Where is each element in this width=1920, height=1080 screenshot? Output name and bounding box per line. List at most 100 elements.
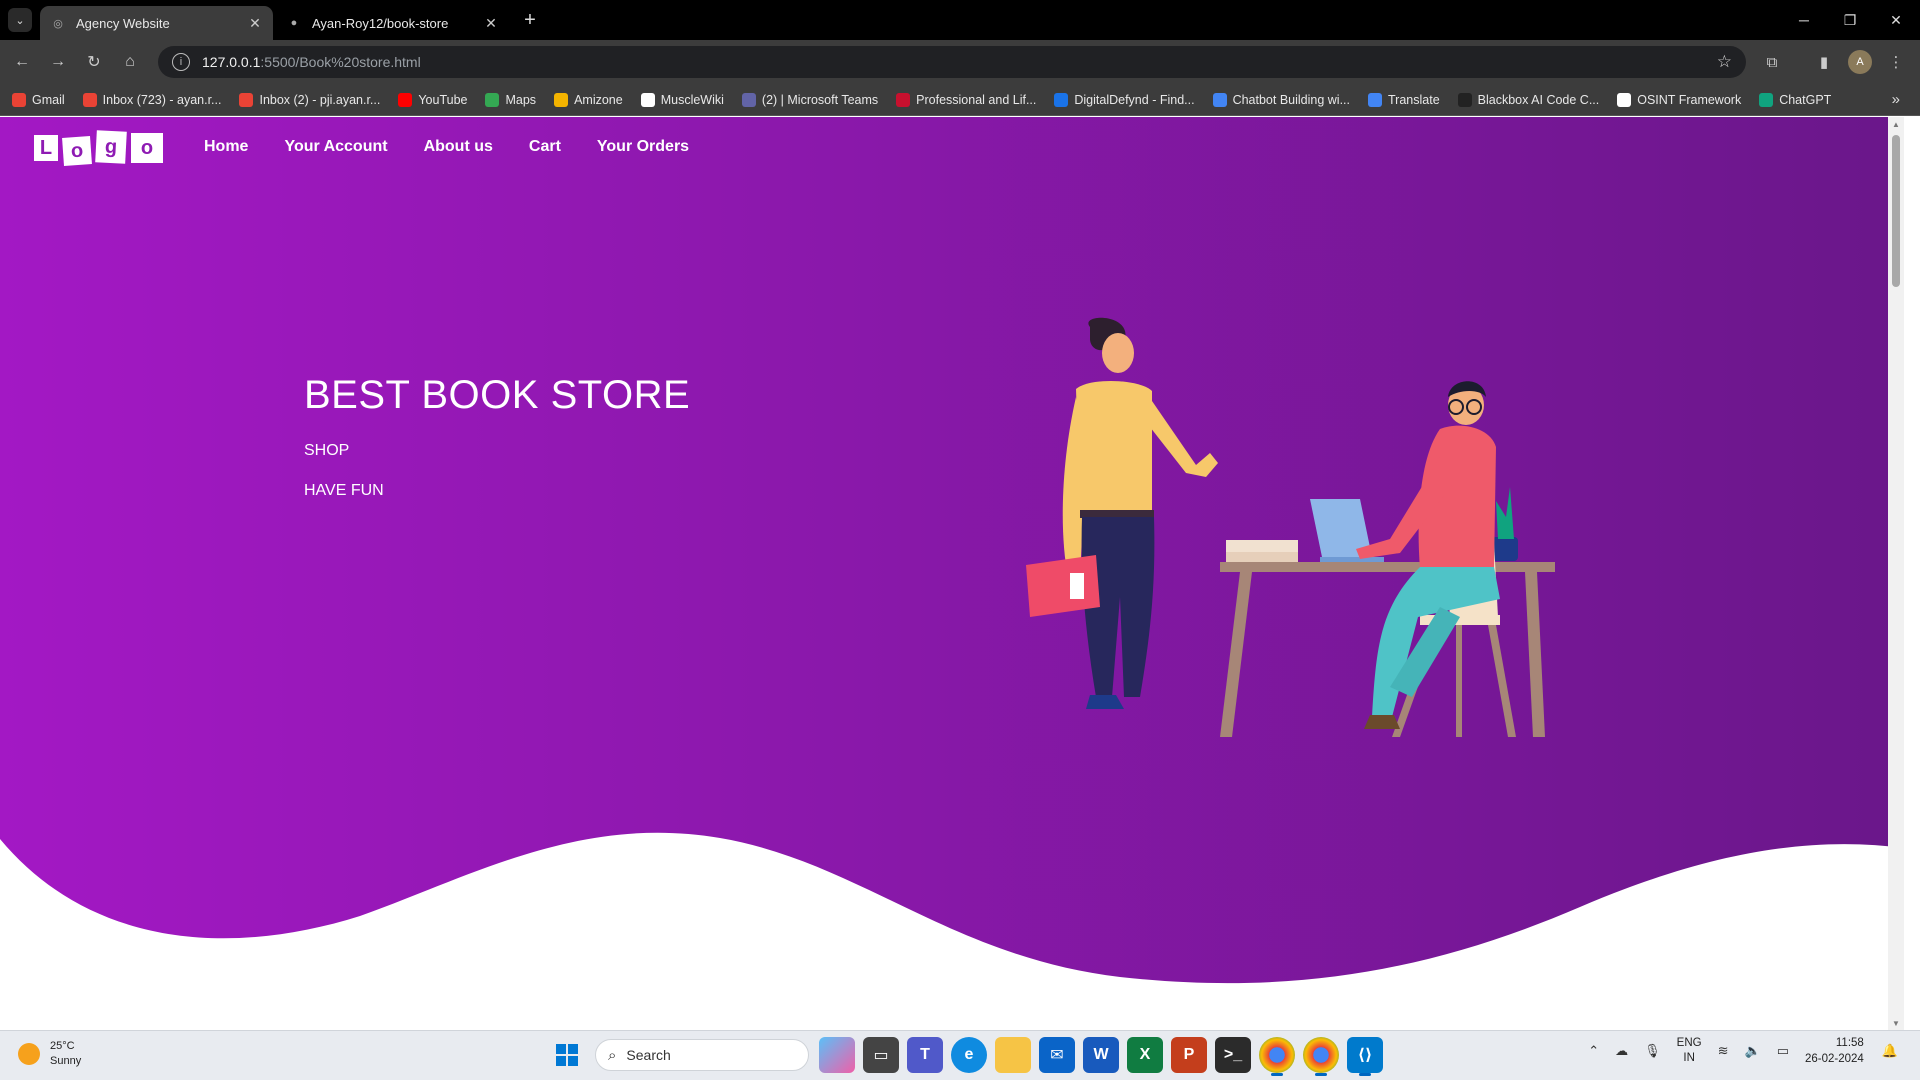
tab-agency-website[interactable]: ◎ Agency Website ✕ [40,6,273,40]
reload-icon[interactable]: ↻ [82,50,106,74]
site-info-icon[interactable]: i [172,53,190,71]
url-host: 127.0.0.1 [202,54,261,70]
back-arrow-icon[interactable]: ← [10,50,34,74]
bookmark-label: ChatGPT [1779,92,1832,107]
bookmark-item[interactable]: Blackbox AI Code C... [1457,92,1599,107]
nav-about-us[interactable]: About us [424,138,493,156]
tab-book-store-repo[interactable]: ● Ayan-Roy12/book-store ✕ [276,6,509,40]
bookmark-label: Chatbot Building wi... [1232,92,1350,107]
tab-title: Ayan-Roy12/book-store [312,15,449,31]
amizone-icon [554,92,569,107]
powerpoint-icon[interactable]: P [1171,1037,1207,1073]
bookmark-item[interactable]: Gmail [12,92,65,107]
page-viewport: L o g o Home Your Account About us Cart … [0,117,1920,1030]
side-panel-icon[interactable]: ▮ [1812,50,1836,74]
site-logo[interactable]: L o g o [34,130,168,166]
bookmark-item[interactable]: Inbox (723) - ayan.r... [82,92,221,107]
site-navbar: L o g o Home Your Account About us Cart … [34,130,725,166]
extensions-puzzle-icon[interactable]: ⧉ [1760,50,1784,74]
bookmark-item[interactable]: Maps [485,92,536,107]
url-path: :5500/Book%20store.html [260,54,421,70]
gmail-icon [239,92,254,107]
windows-start-icon[interactable] [549,1037,585,1073]
page-scrollbar[interactable]: ▲ ▼ [1888,117,1904,1030]
scrollbar-thumb[interactable] [1892,135,1900,287]
forward-arrow-icon[interactable]: → [46,50,70,74]
weather-temperature: 25°C [50,1040,75,1052]
bookmark-item[interactable]: Translate [1368,92,1440,107]
osint-icon [1617,92,1632,107]
bookmark-item[interactable]: MuscleWiki [640,92,724,107]
bookmark-item[interactable]: Inbox (2) - pji.ayan.r... [239,92,380,107]
task-view-icon[interactable]: ▭ [863,1037,899,1073]
bookmark-item[interactable]: Amizone [554,92,623,107]
hero-text: BEST BOOK STORE SHOP HAVE FUN [304,373,690,522]
bookmark-label: (2) | Microsoft Teams [761,92,879,107]
restore-icon[interactable]: ❐ [1830,8,1870,32]
profile-avatar[interactable]: A [1848,50,1872,74]
logo-letter: g [95,130,127,164]
terminal-icon[interactable]: >_ [1215,1037,1251,1073]
hero-line-shop: SHOP [304,442,350,459]
copilot-icon[interactable] [819,1037,855,1073]
chrome-icon[interactable] [1259,1037,1295,1076]
onedrive-icon[interactable]: ☁ [1615,1043,1628,1059]
clock[interactable]: 11:58 26-02-2024 [1805,1035,1864,1067]
new-tab-plus-icon[interactable]: + [518,8,542,32]
taskbar-search-box[interactable]: ⌕ Search [595,1039,809,1071]
bookmark-star-icon[interactable]: ☆ [1717,52,1732,72]
chevron-up-icon[interactable]: ⌃ [1588,1043,1599,1059]
close-window-icon[interactable]: ✕ [1876,8,1916,32]
logo-letter: L [34,135,58,161]
github-icon: ● [290,17,298,29]
close-tab-icon[interactable]: ✕ [247,15,263,32]
menu-kebab-icon[interactable]: ⋮ [1884,50,1908,74]
language-indicator[interactable]: ENG IN [1677,1036,1702,1066]
notification-bell-icon[interactable]: 🔔 [1882,1043,1898,1059]
address-bar[interactable]: i 127.0.0.1 :5500/Book%20store.html ☆ [158,46,1746,78]
weather-widget[interactable]: 25°C Sunny [18,1039,81,1069]
globe-icon: ◎ [53,17,63,30]
bookmark-label: YouTube [418,92,468,107]
hero-title: BEST BOOK STORE [304,373,691,417]
bookmark-item[interactable]: (2) | Microsoft Teams [741,92,879,107]
logo-letter: o [62,136,92,166]
nav-home[interactable]: Home [204,138,248,156]
bookmark-item[interactable]: OSINT Framework [1617,92,1741,107]
bookmarks-bar: Gmail Inbox (723) - ayan.r... Inbox (2) - … [0,84,1920,116]
harvard-icon [896,92,911,107]
close-tab-icon[interactable]: ✕ [483,15,499,32]
file-explorer-icon[interactable] [995,1037,1031,1073]
teams-icon[interactable]: T [907,1037,943,1073]
microphone-icon[interactable]: 🎙 [1644,1043,1661,1059]
more-bookmarks-icon[interactable]: » [1892,91,1900,108]
mail-icon[interactable]: ✉ [1039,1037,1075,1073]
nav-cart[interactable]: Cart [529,138,561,156]
battery-icon[interactable]: ▭ [1777,1043,1789,1059]
excel-icon[interactable]: X [1127,1037,1163,1073]
tab-search-chevron-icon[interactable]: ⌄ [8,8,32,32]
vscode-icon[interactable]: ⟨⟩ [1347,1037,1383,1076]
bookmark-item[interactable]: ChatGPT [1759,92,1832,107]
tab-title: Agency Website [76,15,170,31]
bookmark-item[interactable]: Chatbot Building wi... [1212,92,1350,107]
home-icon[interactable]: ⌂ [118,50,142,74]
bookmark-item[interactable]: YouTube [398,92,468,107]
word-icon[interactable]: W [1083,1037,1119,1073]
search-placeholder: Search [626,1047,671,1063]
nav-your-orders[interactable]: Your Orders [597,138,689,156]
edge-icon[interactable]: e [951,1037,987,1073]
bookmark-item[interactable]: Professional and Lif... [896,92,1036,107]
scroll-down-arrow-icon[interactable]: ▼ [1888,1016,1904,1030]
chrome-profile-icon[interactable] [1303,1037,1339,1076]
volume-icon[interactable]: 🔈 [1745,1043,1761,1059]
bookmark-item[interactable]: DigitalDefynd - Find... [1054,92,1195,107]
wifi-icon[interactable]: ≋ [1718,1043,1729,1059]
translate-icon [1368,92,1382,107]
maps-icon [485,92,500,107]
tab-bar: ⌄ ◎ Agency Website ✕ ● Ayan-Roy12/book-s… [0,0,1920,40]
scroll-up-arrow-icon[interactable]: ▲ [1888,117,1904,131]
minimize-icon[interactable]: ─ [1784,8,1824,32]
nav-your-account[interactable]: Your Account [284,138,387,156]
hero-illustration [1026,317,1555,737]
